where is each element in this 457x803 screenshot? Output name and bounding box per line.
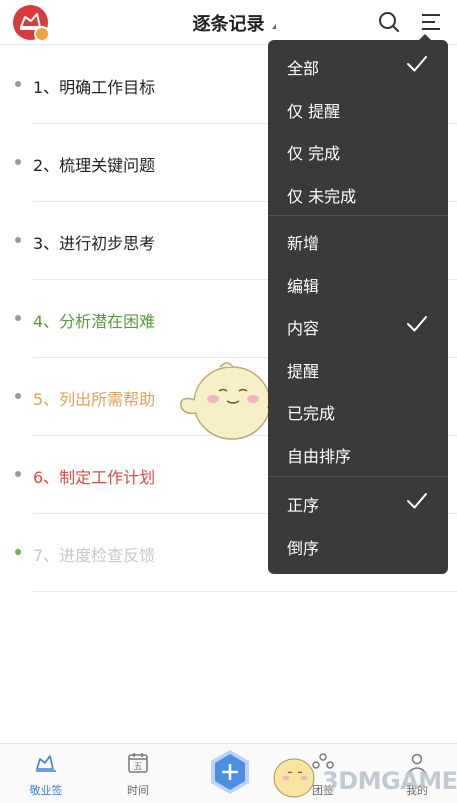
filter-dropdown-menu: 全部仅 提醒仅 完成仅 未完成新增编辑内容提醒已完成自由排序正序倒序 <box>268 34 448 574</box>
menu-divider <box>268 476 448 477</box>
tab-time[interactable]: 五 时间 <box>98 744 178 803</box>
menu-item[interactable]: 已完成 <box>268 388 448 430</box>
checkmark-icon <box>407 493 427 509</box>
list-item-text: 2、梳理关键问题 <box>33 156 156 175</box>
row-divider <box>33 591 457 592</box>
menu-item[interactable]: 编辑 <box>268 261 448 303</box>
menu-item[interactable]: 倒序 <box>268 523 448 565</box>
menu-item[interactable]: 新增 <box>268 218 448 260</box>
list-item-text: 6、制定工作计划 <box>33 468 156 487</box>
tab-note[interactable]: 敬业签 <box>6 744 86 803</box>
bullet-dot <box>15 315 21 321</box>
menu-item-label: 编辑 <box>287 276 320 296</box>
menu-item[interactable]: 仅 提醒 <box>268 86 448 128</box>
calendar-day: 五 <box>133 763 142 773</box>
menu-item-label: 自由排序 <box>287 447 352 466</box>
checkmark-icon <box>407 316 427 332</box>
bullet-dot <box>15 471 21 477</box>
menu-item[interactable]: 内容 <box>268 303 448 345</box>
menu-item[interactable]: 仅 未完成 <box>268 171 448 213</box>
add-button[interactable] <box>209 749 251 795</box>
menu-divider <box>268 215 448 216</box>
note-icon <box>36 755 56 772</box>
menu-item[interactable]: 全部 <box>268 43 448 85</box>
menu-icon[interactable] <box>419 10 443 34</box>
bullet-dot <box>15 237 21 243</box>
bullet-dot <box>15 549 21 555</box>
menu-item-label: 内容 <box>287 319 320 339</box>
menu-item-label: 全部 <box>287 59 320 78</box>
bullet-dot <box>15 81 21 87</box>
tab-label: 时间 <box>127 784 149 797</box>
menu-item[interactable]: 提醒 <box>268 346 448 388</box>
list-item-text: 7、进度检查反馈 <box>33 546 156 565</box>
list-item-text: 1、明确工作目标 <box>33 78 156 97</box>
menu-item-label: 仅 提醒 <box>287 101 341 121</box>
search-icon[interactable] <box>377 10 401 34</box>
bullet-dot <box>15 159 21 165</box>
menu-item-label: 倒序 <box>287 538 320 558</box>
checkmark-icon <box>407 56 427 72</box>
menu-item[interactable]: 自由排序 <box>268 431 448 473</box>
menu-item-label: 新增 <box>287 234 320 253</box>
menu-item-label: 仅 未完成 <box>287 186 357 206</box>
menu-item-label: 提醒 <box>287 361 320 381</box>
title-caret-icon <box>272 24 276 29</box>
list-item-text: 3、进行初步思考 <box>33 234 156 253</box>
list-item-text: 4、分析潜在困难 <box>33 312 156 331</box>
bullet-dot <box>15 393 21 399</box>
calendar-icon: 五 <box>128 753 148 773</box>
menu-item[interactable]: 正序 <box>268 480 448 522</box>
top-bar: 逐条记录 <box>0 0 457 45</box>
dropdown-arrow <box>418 34 432 41</box>
list-item-text: 5、列出所需帮助 <box>33 390 156 409</box>
menu-item-label: 正序 <box>287 496 320 515</box>
menu-item-label: 已完成 <box>287 404 336 424</box>
menu-item[interactable]: 仅 完成 <box>268 128 448 170</box>
watermark-text: 3DMGAME <box>322 767 457 795</box>
menu-item-label: 仅 完成 <box>287 144 341 164</box>
tab-label: 敬业签 <box>29 784 63 797</box>
